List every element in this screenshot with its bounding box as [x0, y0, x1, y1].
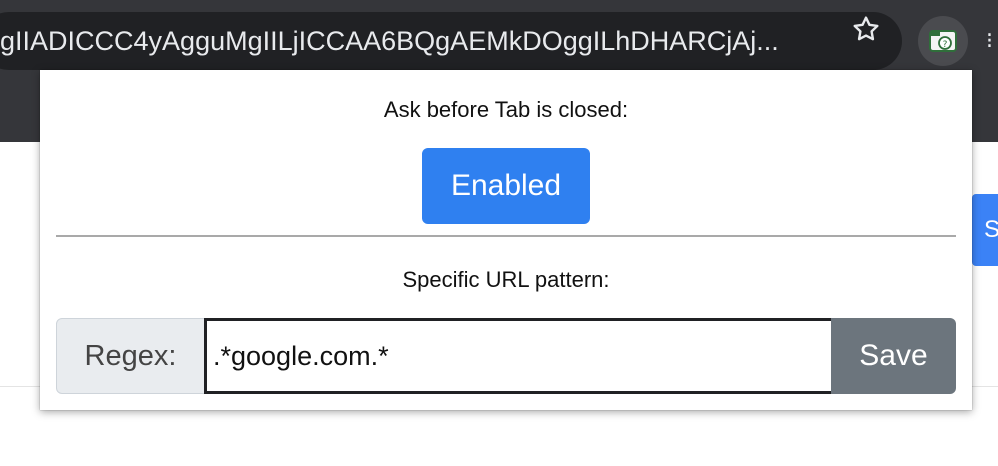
menu-icon[interactable]: ⁝ — [986, 26, 998, 56]
url-pattern-label: Specific URL pattern: — [402, 267, 610, 292]
save-button[interactable]: Save — [831, 318, 956, 394]
page-button[interactable]: S — [972, 194, 998, 266]
tab-close-guard-icon: ? — [929, 30, 957, 52]
star-icon[interactable] — [850, 13, 882, 45]
svg-text:?: ? — [943, 40, 948, 50]
browser-toolbar: gIIADICCC4yAgguMgIILjICCAA6BQgAEMkDOggIL… — [0, 0, 998, 78]
regex-input[interactable] — [204, 318, 832, 394]
extension-popup: Ask before Tab is closed: Enabled Specif… — [40, 70, 972, 410]
enabled-toggle-button[interactable]: Enabled — [422, 148, 590, 224]
address-bar[interactable]: gIIADICCC4yAgguMgIILjICCAA6BQgAEMkDOggIL… — [0, 12, 902, 70]
popup-title: Ask before Tab is closed: — [383, 97, 629, 122]
extension-button[interactable]: ? — [918, 16, 968, 66]
divider — [56, 235, 956, 237]
regex-input-group: Regex: Save — [56, 318, 956, 394]
address-bar-url[interactable]: gIIADICCC4yAgguMgIILjICCAA6BQgAEMkDOggIL… — [0, 12, 822, 70]
regex-prefix-label: Regex: — [56, 318, 205, 394]
